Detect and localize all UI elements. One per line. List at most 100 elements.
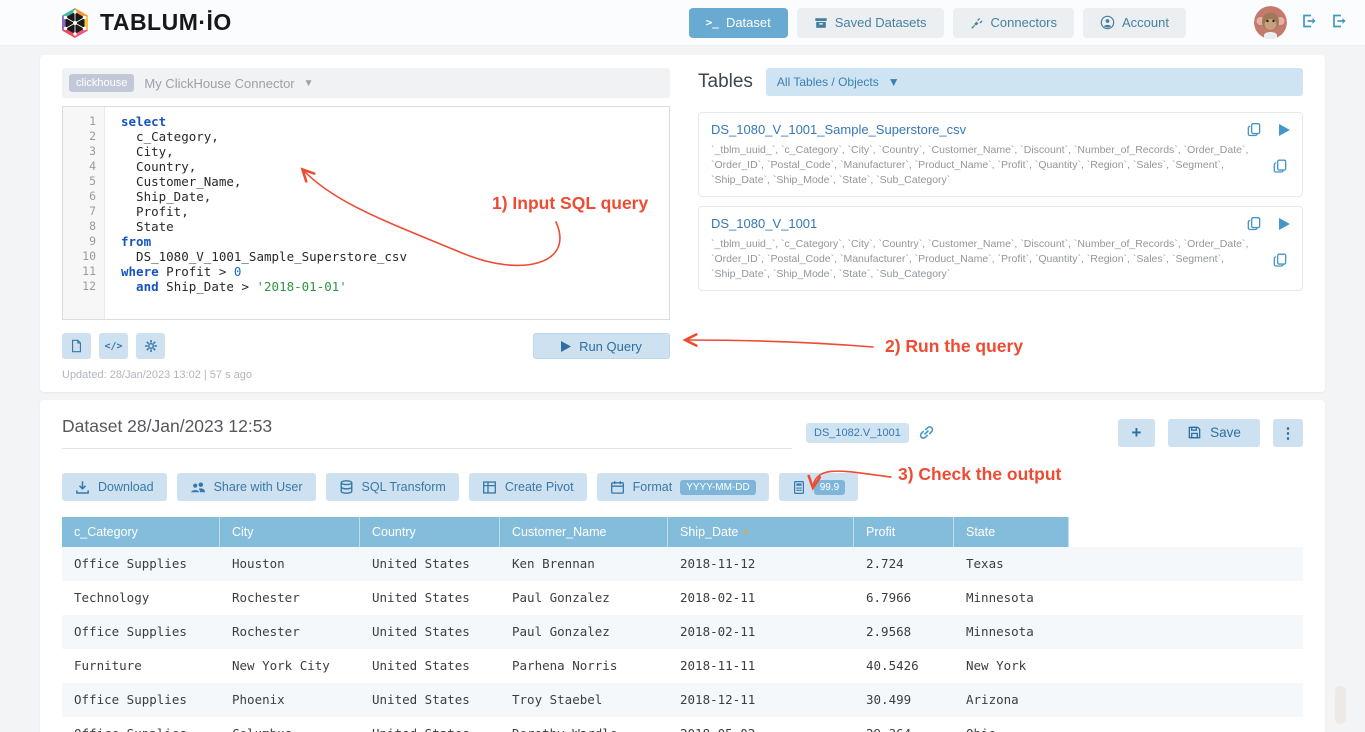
avatar[interactable] bbox=[1254, 6, 1287, 39]
copy-table-name-button[interactable] bbox=[1247, 122, 1262, 137]
sql-line: Customer_Name, bbox=[121, 174, 669, 189]
table-cell: Office Supplies bbox=[62, 717, 220, 732]
line-number: 12 bbox=[63, 279, 96, 294]
tables-panel: Tables All Tables / Objects ▼ DS_1080_V_… bbox=[698, 68, 1303, 381]
download-icon bbox=[75, 480, 90, 495]
table-cell: Paul Gonzalez bbox=[500, 581, 668, 615]
table-cell: Parhena Norris bbox=[500, 649, 668, 683]
table-cell: Paul Gonzalez bbox=[500, 615, 668, 649]
connector-type-badge: clickhouse bbox=[69, 74, 134, 92]
table-cell: Minnesota bbox=[954, 581, 1069, 615]
link-icon bbox=[918, 424, 935, 441]
query-table-button[interactable] bbox=[1279, 218, 1290, 230]
connector-select[interactable]: clickhouse My ClickHouse Connector ▼ bbox=[62, 68, 670, 98]
table-cell: 2018-12-11 bbox=[668, 683, 854, 717]
column-header[interactable]: City bbox=[220, 517, 360, 547]
sql-gutter: 123456789101112 bbox=[63, 107, 105, 319]
dataset-more-button[interactable]: ⋮ bbox=[1273, 419, 1303, 447]
query-settings-button[interactable] bbox=[136, 333, 165, 359]
table-cell: United States bbox=[360, 717, 500, 732]
line-number: 5 bbox=[63, 174, 96, 189]
dataset-link-button[interactable] bbox=[918, 424, 935, 441]
tablum-logo-icon bbox=[58, 6, 92, 40]
run-query-button[interactable]: Run Query bbox=[533, 333, 670, 359]
add-dataset-button[interactable]: + bbox=[1118, 419, 1155, 447]
table-cell: 30.499 bbox=[854, 683, 954, 717]
copy-table-name-button[interactable] bbox=[1247, 216, 1262, 231]
main-nav: >_ Dataset Saved Datasets Connectors Acc… bbox=[689, 8, 1186, 38]
nav-account[interactable]: Account bbox=[1083, 8, 1186, 38]
table-cell: 2018-05-02 bbox=[668, 717, 854, 732]
table-cell: Arizona bbox=[954, 683, 1069, 717]
download-button[interactable]: Download bbox=[62, 473, 167, 501]
table-cell: Office Supplies bbox=[62, 683, 220, 717]
sql-line: City, bbox=[121, 144, 669, 159]
new-query-button[interactable] bbox=[62, 333, 91, 359]
sign-out-icon bbox=[1301, 13, 1317, 29]
number-precision-button[interactable]: 99.9 bbox=[779, 473, 858, 501]
top-bar: TABLUM·İO >_ Dataset Saved Datasets Conn… bbox=[0, 0, 1365, 46]
line-number: 3 bbox=[63, 144, 96, 159]
dataset-result-card: Dataset 28/Jan/2023 12:53 DS_1082.V_1001… bbox=[40, 400, 1325, 732]
chevron-down-icon: ▼ bbox=[304, 78, 314, 89]
table-cell: Ohio bbox=[954, 717, 1069, 732]
logo[interactable]: TABLUM·İO bbox=[58, 6, 232, 40]
page-scrollbar-thumb[interactable] bbox=[1335, 686, 1346, 724]
sql-transform-button[interactable]: SQL Transform bbox=[326, 473, 459, 501]
share-with-user-button[interactable]: Share with User bbox=[177, 473, 316, 501]
column-header[interactable]: Profit bbox=[854, 517, 954, 547]
line-number: 10 bbox=[63, 249, 96, 264]
table-name-link[interactable]: DS_1080_V_1001_Sample_Superstore_csv bbox=[711, 122, 966, 137]
user-zone bbox=[1254, 6, 1347, 39]
nav-dataset[interactable]: >_ Dataset bbox=[689, 8, 788, 38]
format-code-button[interactable]: </> bbox=[99, 333, 128, 359]
query-table-button[interactable] bbox=[1279, 124, 1290, 136]
create-pivot-button[interactable]: Create Pivot bbox=[469, 473, 587, 501]
save-dataset-button[interactable]: Save bbox=[1168, 419, 1260, 447]
sql-code[interactable]: select c_Category, City, Country, Custom… bbox=[105, 107, 669, 319]
format-button[interactable]: Format YYYY-MM-DD bbox=[597, 473, 769, 501]
connector-name: My ClickHouse Connector bbox=[144, 76, 294, 91]
line-number: 8 bbox=[63, 219, 96, 234]
copy-icon bbox=[1273, 158, 1288, 173]
logout-icon-secondary[interactable] bbox=[1331, 13, 1347, 32]
sql-editor[interactable]: 123456789101112 select c_Category, City,… bbox=[62, 106, 670, 320]
users-icon bbox=[190, 480, 206, 495]
logout-icon[interactable] bbox=[1301, 13, 1317, 32]
document-icon bbox=[70, 339, 83, 353]
table-row: Office SuppliesRochesterUnited StatesPau… bbox=[62, 615, 1303, 649]
tables-filter-select[interactable]: All Tables / Objects ▼ bbox=[766, 68, 1303, 96]
editor-actions: </> Run Query bbox=[62, 333, 670, 359]
sql-line: Profit, bbox=[121, 204, 669, 219]
table-list-item: DS_1080_V_1001_Sample_Superstore_csv `_t… bbox=[698, 112, 1303, 197]
table-row: Office SuppliesPhoenixUnited StatesTroy … bbox=[62, 683, 1303, 717]
sql-line: where Profit > 0 bbox=[121, 264, 669, 279]
table-name-link[interactable]: DS_1080_V_1001 bbox=[711, 216, 817, 231]
column-header[interactable]: Ship_Date• bbox=[668, 517, 854, 547]
column-header[interactable]: c_Category bbox=[62, 517, 220, 547]
calculator-icon bbox=[792, 480, 806, 495]
nav-saved-datasets[interactable]: Saved Datasets bbox=[797, 8, 944, 38]
table-cell: Technology bbox=[62, 581, 220, 615]
table-list-item: DS_1080_V_1001 `_tblm_uuid_`, `c_Categor… bbox=[698, 206, 1303, 291]
line-number: 2 bbox=[63, 129, 96, 144]
query-panel: clickhouse My ClickHouse Connector ▼ 12 3… bbox=[62, 68, 670, 381]
column-header[interactable]: Country bbox=[360, 517, 500, 547]
calendar-icon bbox=[610, 480, 625, 495]
table-cell: United States bbox=[360, 683, 500, 717]
table-cell: New York bbox=[954, 649, 1069, 683]
tables-title: Tables bbox=[698, 71, 753, 93]
copy-columns-button[interactable] bbox=[1273, 252, 1288, 267]
row-filler bbox=[1069, 717, 1303, 732]
tables-header: Tables All Tables / Objects ▼ bbox=[698, 68, 1303, 96]
date-format-badge: YYYY-MM-DD bbox=[680, 480, 756, 495]
table-cell: Houston bbox=[220, 547, 360, 581]
copy-columns-button[interactable] bbox=[1273, 158, 1288, 173]
nav-connectors[interactable]: Connectors bbox=[953, 8, 1074, 38]
dataset-header: Dataset 28/Jan/2023 12:53 DS_1082.V_1001… bbox=[62, 416, 1303, 449]
dataset-title: Dataset 28/Jan/2023 12:53 bbox=[62, 416, 272, 436]
table-row: FurnitureNew York CityUnited StatesParhe… bbox=[62, 649, 1303, 683]
row-filler bbox=[1069, 547, 1303, 581]
column-header[interactable]: Customer_Name bbox=[500, 517, 668, 547]
column-header[interactable]: State bbox=[954, 517, 1069, 547]
